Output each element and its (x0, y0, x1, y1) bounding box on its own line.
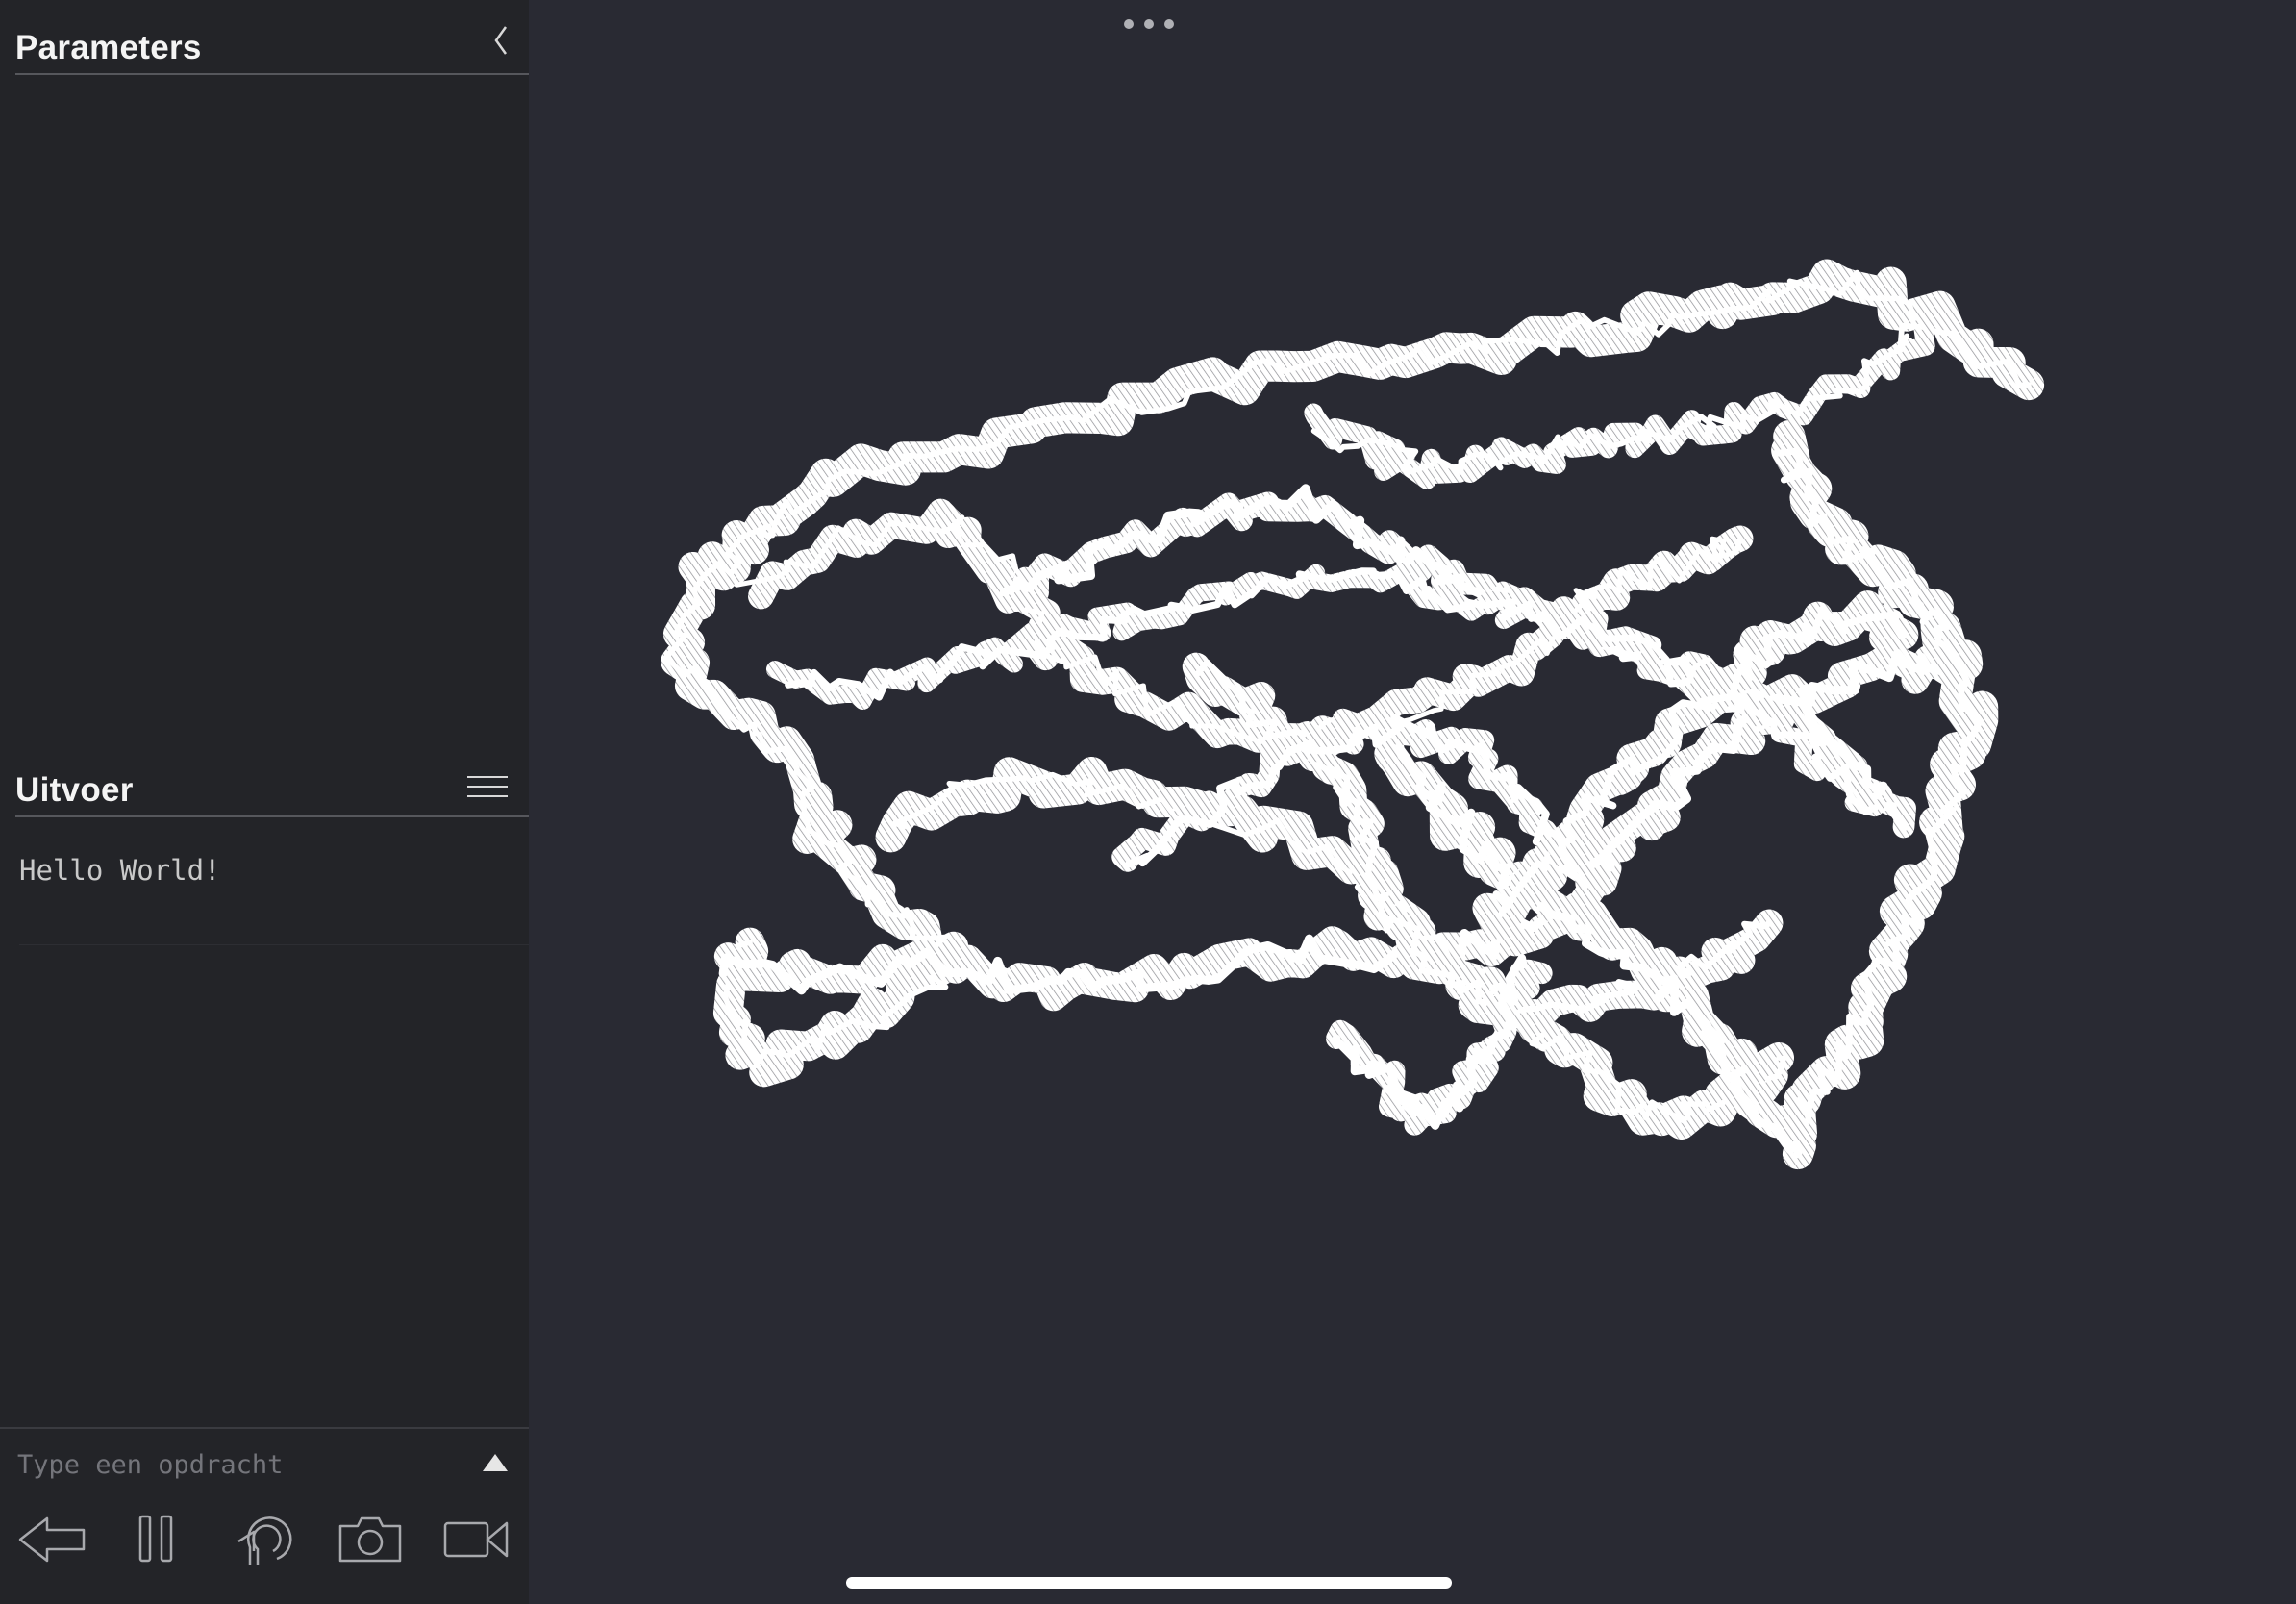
chevron-left-icon (494, 26, 508, 55)
triangle-up-icon (483, 1454, 508, 1471)
app-window: Parameters Uitvoer Hello World! (0, 0, 2296, 1604)
camera-icon (338, 1516, 402, 1563)
render-canvas[interactable] (529, 0, 2296, 1604)
collapse-sidebar-button[interactable] (487, 23, 515, 62)
playback-toolbar (0, 1487, 529, 1592)
output-header: Uitvoer (15, 758, 529, 817)
screenshot-button[interactable] (327, 1496, 413, 1583)
command-bar (0, 1427, 529, 1604)
output-title: Uitvoer (15, 771, 134, 809)
back-button[interactable] (10, 1496, 96, 1583)
hamburger-menu-icon (467, 776, 508, 797)
record-button[interactable] (433, 1496, 519, 1583)
pause-button[interactable] (113, 1496, 200, 1583)
sidebar: Parameters Uitvoer Hello World! (0, 0, 529, 1604)
scribble-edge (758, 269, 2032, 539)
home-indicator (846, 1577, 1452, 1589)
pause-icon (138, 1515, 173, 1563)
parameters-title: Parameters (15, 29, 202, 66)
restart-button[interactable] (219, 1496, 306, 1583)
output-divider (19, 944, 529, 945)
restart-icon (237, 1516, 292, 1565)
output-line: Hello World! (19, 854, 221, 887)
parameters-header: Parameters (15, 15, 529, 75)
command-input[interactable] (17, 1441, 460, 1489)
random-walk-drawing (661, 259, 2045, 1170)
expand-output-button[interactable] (479, 1448, 512, 1477)
output-menu-button[interactable] (467, 771, 508, 802)
back-arrow-icon (18, 1516, 86, 1563)
video-camera-icon (443, 1521, 509, 1558)
